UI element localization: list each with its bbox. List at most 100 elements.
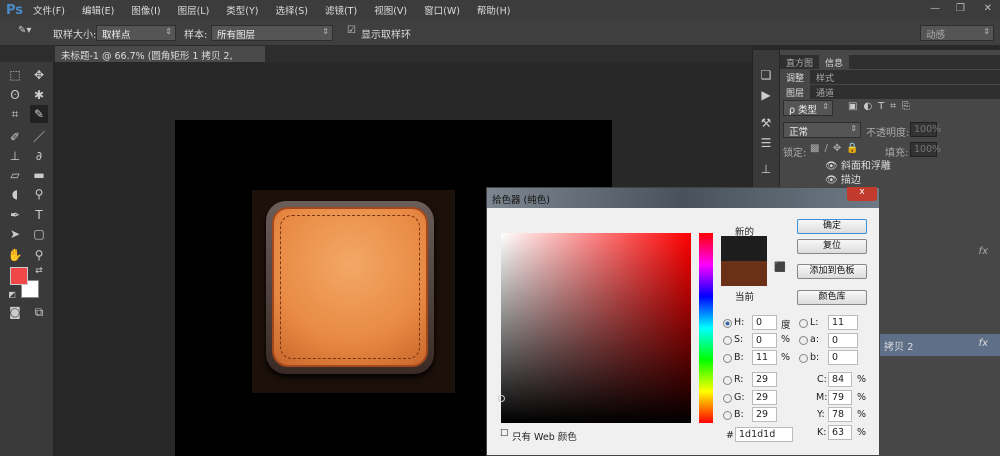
sample-size-select[interactable]: 取样点 (96, 25, 176, 41)
dialog-close-button[interactable]: x (847, 187, 877, 201)
radio-blue[interactable] (723, 411, 732, 420)
tab-styles[interactable]: 样式 (810, 70, 840, 85)
menu-filter[interactable]: 滤镜(T) (325, 3, 357, 17)
tab-adjustments[interactable]: 调整 (780, 70, 811, 85)
radio-a[interactable] (799, 336, 808, 345)
menu-view[interactable]: 视图(V) (374, 3, 407, 17)
healing-brush-icon[interactable]: ✐ (6, 128, 24, 146)
restore-button[interactable]: ❐ (956, 3, 965, 14)
b-input[interactable]: 11 (752, 350, 777, 365)
radio-r[interactable] (723, 376, 732, 385)
r-input[interactable]: 29 (752, 372, 777, 387)
radio-l[interactable] (799, 319, 808, 328)
menu-layer[interactable]: 图层(L) (178, 3, 210, 17)
l-input[interactable]: 11 (828, 315, 858, 330)
eyedropper-icon[interactable]: ✎▾ (18, 25, 31, 36)
a-input[interactable]: 0 (828, 333, 858, 348)
menu-select[interactable]: 选择(S) (276, 3, 308, 17)
menu-edit[interactable]: 编辑(E) (82, 3, 114, 17)
history-icon[interactable]: ❏ (757, 66, 775, 84)
path-select-icon[interactable]: ➤ (6, 225, 24, 243)
minimize-button[interactable]: — (930, 3, 940, 14)
radio-s[interactable] (723, 336, 732, 345)
radio-g[interactable] (723, 394, 732, 403)
actions-play-icon[interactable]: ▶ (757, 86, 775, 104)
default-colors-icon[interactable]: ◩ (3, 286, 21, 304)
add-to-swatches-button[interactable]: 添加到色板 (797, 264, 867, 279)
y-input[interactable]: 78 (828, 407, 852, 422)
crop-tool-icon[interactable]: ⌗ (6, 105, 24, 123)
k-input[interactable]: 63 (828, 425, 852, 440)
sample-select[interactable]: 所有图层 (211, 25, 333, 41)
screen-mode-icon[interactable]: ⧉ (30, 303, 48, 321)
hue-slider[interactable] (699, 233, 713, 423)
g-input[interactable]: 29 (752, 390, 777, 405)
marquee-tool-icon[interactable]: ⬚ (6, 66, 24, 84)
history-brush-icon[interactable]: ∂ (30, 147, 48, 165)
opacity-input[interactable]: 100% (910, 122, 941, 137)
layer-filter-select[interactable]: ρ 类型 (783, 100, 833, 116)
type-tool-icon[interactable]: T (30, 206, 48, 224)
current-color-swatch[interactable] (721, 261, 767, 286)
lab-b-input[interactable]: 0 (828, 350, 858, 365)
c-input[interactable]: 84 (828, 372, 852, 387)
menu-window[interactable]: 窗口(W) (424, 3, 460, 17)
color-libraries-button[interactable]: 颜色库 (797, 290, 867, 305)
workspace-select[interactable]: 动感 (920, 25, 994, 41)
tool-presets-icon[interactable]: ⚒ (757, 114, 775, 132)
gradient-tool-icon[interactable]: ▬ (30, 166, 48, 184)
tab-channels[interactable]: 通道 (810, 85, 840, 100)
stamp-tool-icon[interactable]: ⊥ (6, 147, 24, 165)
reset-button[interactable]: 复位 (797, 239, 867, 254)
k-label: K: (817, 427, 827, 438)
menu-type[interactable]: 类型(Y) (226, 3, 258, 17)
layer-filter-icons[interactable]: ▣◐T⌗⎘ (848, 101, 916, 112)
hand-tool-icon[interactable]: ✋ (6, 246, 24, 264)
brush-tool-icon[interactable]: ／ (30, 128, 48, 146)
clone-source-icon[interactable]: ⊥ (757, 160, 775, 178)
radio-lab-b[interactable] (799, 354, 808, 363)
menu-file[interactable]: 文件(F) (33, 3, 65, 17)
layer-fx-icon[interactable]: fx (979, 338, 988, 349)
color-field-cursor[interactable] (498, 395, 505, 402)
lasso-tool-icon[interactable]: ʘ (6, 86, 24, 104)
blue-input[interactable]: 29 (752, 407, 777, 422)
pen-tool-icon[interactable]: ✒ (6, 206, 24, 224)
radio-b[interactable] (723, 354, 732, 363)
brush-settings-icon[interactable]: ☰ (757, 134, 775, 152)
layer-effect-bevel[interactable]: 👁 斜面和浮雕 (780, 157, 1000, 172)
color-field[interactable] (501, 233, 691, 423)
show-ring-checkbox[interactable]: ☑ (347, 25, 356, 36)
s-label: S: (734, 334, 744, 345)
lock-icons[interactable]: ▩/✥🔒 (810, 143, 864, 154)
close-button[interactable]: ✕ (984, 3, 992, 14)
web-only-checkbox[interactable]: ☐ (500, 428, 509, 439)
menu-help[interactable]: 帮助(H) (477, 3, 511, 17)
eraser-tool-icon[interactable]: ▱ (6, 166, 24, 184)
hex-input[interactable]: 1d1d1d (735, 427, 793, 442)
tab-info[interactable]: 信息 (819, 55, 850, 70)
fill-input[interactable]: 100% (910, 142, 941, 157)
foreground-color-swatch[interactable] (10, 267, 28, 285)
magic-wand-icon[interactable]: ✱ (30, 86, 48, 104)
tools-panel: ⬚ ✥ ʘ ✱ ⌗ ✎ ✐ ／ ⊥ ∂ ▱ ▬ ◖ ⚲ ✒ T ➤ ▢ ✋ ⚲ … (0, 62, 54, 456)
eyedropper-tool-icon[interactable]: ✎ (30, 105, 48, 123)
m-input[interactable]: 79 (828, 390, 852, 405)
gamut-warning-icon[interactable]: ⬛ (774, 262, 786, 273)
tab-histogram[interactable]: 直方图 (780, 55, 819, 70)
layer-effect-stroke[interactable]: 👁 描边 (780, 171, 1000, 186)
dodge-tool-icon[interactable]: ⚲ (30, 185, 48, 203)
document-tab[interactable]: 未标题-1 @ 66.7% (圆角矩形 1 拷贝 2, RGB/8) * × (55, 46, 265, 73)
quick-mask-icon[interactable]: ◙ (6, 303, 24, 321)
ok-button[interactable]: 确定 (797, 219, 867, 234)
blend-mode-select[interactable]: 正常 (783, 122, 861, 138)
h-input[interactable]: 0 (752, 315, 777, 330)
menu-image[interactable]: 图像(I) (131, 3, 160, 17)
blur-tool-icon[interactable]: ◖ (6, 185, 24, 203)
shape-tool-icon[interactable]: ▢ (30, 225, 48, 243)
s-input[interactable]: 0 (752, 333, 777, 348)
tab-layers[interactable]: 图层 (780, 85, 811, 100)
move-tool-icon[interactable]: ✥ (30, 66, 48, 84)
swap-colors-icon[interactable]: ⇄ (30, 262, 48, 280)
radio-h[interactable] (723, 319, 732, 328)
